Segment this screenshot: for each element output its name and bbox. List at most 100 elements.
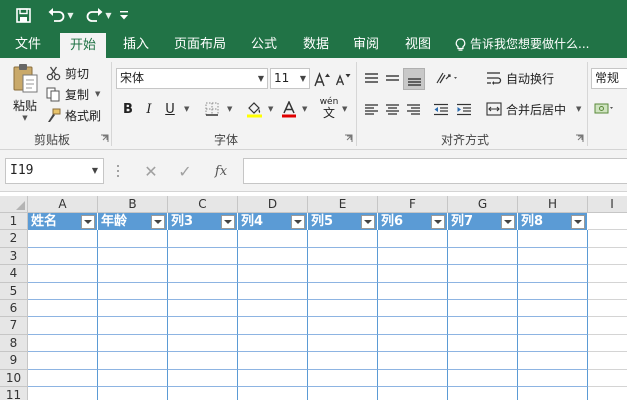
borders-button[interactable] [202,99,222,119]
grid-cell[interactable] [588,370,627,387]
grid-cell[interactable] [168,369,238,387]
formula-input[interactable] [243,158,627,184]
row-header[interactable]: 5 [0,282,28,300]
grid-cell[interactable] [378,387,448,400]
grid-cell[interactable] [308,282,378,300]
table-header-cell[interactable]: 列8 [518,213,588,231]
grid-cell[interactable] [168,230,238,248]
grid-cell[interactable] [28,369,98,387]
align-center-button[interactable] [382,99,402,119]
underline-button[interactable]: U [160,99,180,119]
paste-button[interactable]: 粘贴 ▼ [6,62,44,122]
row-header[interactable]: 3 [0,247,28,266]
column-header[interactable]: A [28,196,98,213]
chevron-down-icon[interactable]: ▼ [302,105,307,113]
grid-cell[interactable] [308,230,378,248]
grid-cell[interactable] [518,265,588,283]
grid-cell[interactable] [518,334,588,353]
grid-cell[interactable] [98,230,168,248]
grid-cell[interactable] [168,265,238,283]
phonetic-guide-button[interactable]: wén 文 [318,97,340,121]
increase-font-button[interactable] [312,69,332,89]
grid-cell[interactable] [98,387,168,400]
column-header[interactable]: B [98,196,168,213]
row-header[interactable]: 1 [0,213,28,231]
filter-dropdown-icon[interactable] [571,215,585,229]
column-header[interactable]: F [378,196,448,213]
filter-dropdown-icon[interactable] [221,215,235,229]
font-name-combo[interactable]: 宋体 ▼ [116,68,268,89]
grid-cell[interactable] [238,334,308,353]
orientation-button[interactable] [433,68,461,88]
decrease-indent-button[interactable] [431,99,451,119]
grid-cell[interactable] [28,247,98,266]
name-box[interactable]: I19 ▼ [5,158,104,184]
grid-cell[interactable] [448,300,518,318]
filter-dropdown-icon[interactable] [431,215,445,229]
grid-cell[interactable] [588,265,627,283]
filter-dropdown-icon[interactable] [81,215,95,229]
grid-cell[interactable] [378,230,448,248]
font-color-button[interactable] [279,99,299,119]
grid-cell[interactable] [28,265,98,283]
row-header[interactable]: 10 [0,369,28,387]
grid-cell[interactable] [448,317,518,335]
filter-dropdown-icon[interactable] [151,215,165,229]
font-size-combo[interactable]: 11 ▼ [270,68,310,89]
tab-view[interactable]: 视图 [396,31,440,58]
worksheet-grid[interactable]: A B C D E F G H I 1 姓名 年龄 列3 列4 列5 列6 列7 列8 2 3 4 5 6 7 8 9 10 11 [0,196,627,400]
grid-cell[interactable] [378,369,448,387]
align-middle-button[interactable] [382,68,402,88]
grid-cell[interactable] [238,282,308,300]
tell-me-box[interactable]: 告诉我您想要做什么... [455,31,589,58]
dialog-launcher-icon[interactable] [100,134,109,143]
grid-cell[interactable] [238,369,308,387]
grid-cell[interactable] [238,317,308,335]
grid-cell[interactable] [168,334,238,353]
grid-cell[interactable] [28,317,98,335]
grid-cell[interactable] [308,369,378,387]
column-header[interactable]: G [448,196,518,213]
grid-cell[interactable] [238,230,308,248]
grid-cell[interactable] [518,352,588,370]
column-header[interactable]: H [518,196,588,213]
align-left-button[interactable] [361,99,381,119]
grid-cell[interactable] [168,317,238,335]
filter-dropdown-icon[interactable] [501,215,515,229]
align-top-button[interactable] [361,68,381,88]
grid-cell[interactable] [308,317,378,335]
decrease-font-button[interactable] [333,69,353,89]
grid-cell[interactable] [518,247,588,266]
grid-cell[interactable] [588,317,627,335]
grid-cell[interactable] [588,335,627,353]
grid-cell[interactable] [588,387,627,400]
table-header-cell[interactable]: 列7 [448,213,518,231]
save-button[interactable] [12,4,34,26]
italic-button[interactable]: I [139,99,159,119]
row-header[interactable]: 6 [0,300,28,318]
grid-cell[interactable] [98,300,168,318]
tab-review[interactable]: 审阅 [344,31,388,58]
dialog-launcher-icon[interactable] [575,134,584,143]
number-format-combo[interactable]: 常规 [591,68,627,89]
row-header[interactable]: 4 [0,265,28,283]
wrap-text-button[interactable]: 自动换行 [486,68,554,88]
grid-cell[interactable] [588,230,627,248]
grid-cell[interactable] [238,387,308,400]
grid-cell[interactable] [28,334,98,353]
formula-bar-grip-icon[interactable] [116,164,120,178]
increase-indent-button[interactable] [454,99,474,119]
grid-cell[interactable] [518,282,588,300]
grid-cell[interactable] [378,265,448,283]
fill-color-button[interactable] [244,99,264,119]
grid-cell[interactable] [28,352,98,370]
grid-cell[interactable] [238,265,308,283]
row-header[interactable]: 2 [0,230,28,248]
chevron-down-icon[interactable]: ▼ [184,105,189,113]
redo-button[interactable]: ▼ [82,4,116,26]
tab-home[interactable]: 开始 [60,33,106,58]
grid-cell[interactable] [448,334,518,353]
grid-cell[interactable] [448,352,518,370]
dialog-launcher-icon[interactable] [344,134,353,143]
undo-button[interactable]: ▼ [44,4,78,26]
